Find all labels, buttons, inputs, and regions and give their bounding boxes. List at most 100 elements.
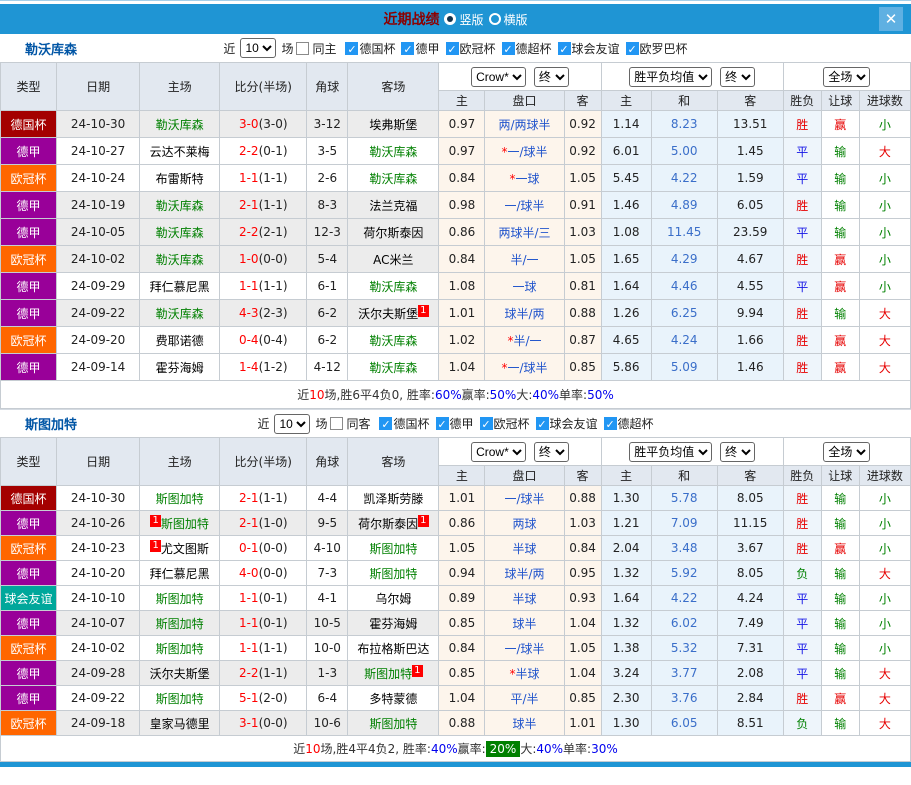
team-label: 拜仁慕尼黑 xyxy=(150,280,210,294)
close-icon[interactable]: ✕ xyxy=(879,7,903,31)
odds-line: *半/一 xyxy=(485,327,564,354)
league-checkbox[interactable]: ✓ xyxy=(401,42,414,55)
same-venue-checkbox[interactable] xyxy=(296,42,309,55)
away-team: 斯图加特 xyxy=(348,561,439,586)
odds-time-select[interactable]: 终 xyxy=(534,442,569,462)
avg-home: 1.32 xyxy=(601,611,651,636)
odds-away: 1.05 xyxy=(564,165,601,192)
odds-time-select[interactable]: 终 xyxy=(534,67,569,87)
home-team: 费耶诺德 xyxy=(140,327,220,354)
radio-selected-icon[interactable] xyxy=(444,13,456,25)
team-label: 勒沃库森 xyxy=(369,145,417,159)
team-label: 斯图加特 xyxy=(156,617,204,631)
scope-select[interactable]: 全场 xyxy=(823,67,870,87)
team-label: 斯图加特 xyxy=(369,717,417,731)
away-team: 斯图加特 xyxy=(348,536,439,561)
col-date: 日期 xyxy=(57,438,140,486)
odds-home: 1.08 xyxy=(439,273,485,300)
radio-horizontal-label: 横版 xyxy=(504,11,528,28)
col-avg-home: 主 xyxy=(601,466,651,486)
league-checkbox[interactable]: ✓ xyxy=(558,42,571,55)
result-outcome: 负 xyxy=(783,711,821,736)
league-checkbox[interactable]: ✓ xyxy=(436,417,449,430)
avg-home: 1.14 xyxy=(601,111,651,138)
avg-time-select[interactable]: 终 xyxy=(720,442,755,462)
line-text: 球半 xyxy=(512,717,536,731)
avg-select[interactable]: 胜平负均值 xyxy=(629,442,712,462)
type-badge: 德甲 xyxy=(1,511,57,536)
col-corner: 角球 xyxy=(307,63,348,111)
layout-radio-vertical[interactable]: 竖版 xyxy=(444,11,483,28)
line-text: 半球 xyxy=(515,667,539,681)
team-label: 斯图加特 xyxy=(369,542,417,556)
avg-home: 4.65 xyxy=(601,327,651,354)
league-checkbox[interactable]: ✓ xyxy=(379,417,392,430)
type-badge: 德国杯 xyxy=(1,111,57,138)
avg-draw: 8.23 xyxy=(651,111,717,138)
league-checkbox[interactable]: ✓ xyxy=(345,42,358,55)
odds-away: 0.85 xyxy=(564,686,601,711)
odds-line: *半球 xyxy=(485,661,564,686)
same-venue-checkbox[interactable] xyxy=(330,417,343,430)
avg-draw: 3.77 xyxy=(651,661,717,686)
odds-away: 1.05 xyxy=(564,246,601,273)
match-date: 24-10-02 xyxy=(57,246,140,273)
avg-draw: 3.76 xyxy=(651,686,717,711)
odds-line: 球半/两 xyxy=(485,300,564,327)
league-checkbox[interactable]: ✓ xyxy=(480,417,493,430)
recent-count-select[interactable]: 10 xyxy=(240,38,276,58)
summary-segment: 单率: xyxy=(563,740,591,757)
odds-away: 0.92 xyxy=(564,138,601,165)
odds-away: 0.87 xyxy=(564,327,601,354)
league-filters: ✓德国杯✓德甲✓欧冠杯✓德超杯✓球会友谊✓欧罗巴杯 xyxy=(339,40,687,57)
avg-away: 1.45 xyxy=(717,138,783,165)
avg-home: 1.65 xyxy=(601,246,651,273)
league-checkbox[interactable]: ✓ xyxy=(502,42,515,55)
league-checkbox[interactable]: ✓ xyxy=(446,42,459,55)
result-handicap: 输 xyxy=(821,561,859,586)
odds-home: 0.94 xyxy=(439,561,485,586)
match-score: 3-1(0-0) xyxy=(220,711,307,736)
avg-away: 13.51 xyxy=(717,111,783,138)
score-fulltime: 2-2 xyxy=(239,666,259,680)
avg-draw: 4.22 xyxy=(651,165,717,192)
avg-home: 2.30 xyxy=(601,686,651,711)
result-handicap: 输 xyxy=(821,138,859,165)
home-team: 斯图加特 xyxy=(140,611,220,636)
score-fulltime: 4-0 xyxy=(239,566,259,580)
layout-radio-horizontal[interactable]: 横版 xyxy=(489,11,528,28)
score-halftime: (1-1) xyxy=(259,666,288,680)
table-row: 德甲24-09-29拜仁慕尼黑1-1(1-1)6-1勒沃库森1.08一球0.81… xyxy=(1,273,911,300)
result-outcome: 平 xyxy=(783,586,821,611)
table-row: 欧冠杯24-10-231尤文图斯0-1(0-0)4-10斯图加特1.05半球0.… xyxy=(1,536,911,561)
odds-line: 球半/两 xyxy=(485,561,564,586)
league-checkbox[interactable]: ✓ xyxy=(604,417,617,430)
recent-count-select[interactable]: 10 xyxy=(274,414,310,434)
avg-time-select[interactable]: 终 xyxy=(720,67,755,87)
line-text: 两/两球半 xyxy=(498,118,550,132)
result-outcome: 负 xyxy=(783,561,821,586)
league-checkbox[interactable]: ✓ xyxy=(536,417,549,430)
avg-select[interactable]: 胜平负均值 xyxy=(629,67,712,87)
bottom-strip xyxy=(0,762,911,767)
type-badge: 德甲 xyxy=(1,661,57,686)
league-checkbox[interactable]: ✓ xyxy=(626,42,639,55)
avg-away: 8.05 xyxy=(717,486,783,511)
odds-away: 1.01 xyxy=(564,711,601,736)
odds-line: 两球半/三 xyxy=(485,219,564,246)
score-fulltime: 1-1 xyxy=(239,591,259,605)
team-label: 皇家马德里 xyxy=(150,717,210,731)
match-score: 1-1(0-1) xyxy=(220,611,307,636)
odds-line: *一/球半 xyxy=(485,138,564,165)
away-team: 勒沃库森 xyxy=(348,138,439,165)
away-team: 勒沃库森 xyxy=(348,165,439,192)
line-text: 半/一 xyxy=(510,253,538,267)
odds-company-select[interactable]: Crow* xyxy=(471,67,526,87)
radio-unselected-icon[interactable] xyxy=(489,13,501,25)
scope-select[interactable]: 全场 xyxy=(823,442,870,462)
odds-away: 1.05 xyxy=(564,636,601,661)
odds-away: 0.81 xyxy=(564,273,601,300)
score-halftime: (1-1) xyxy=(259,279,288,293)
line-text: 一/球半 xyxy=(504,642,544,656)
odds-company-select[interactable]: Crow* xyxy=(471,442,526,462)
